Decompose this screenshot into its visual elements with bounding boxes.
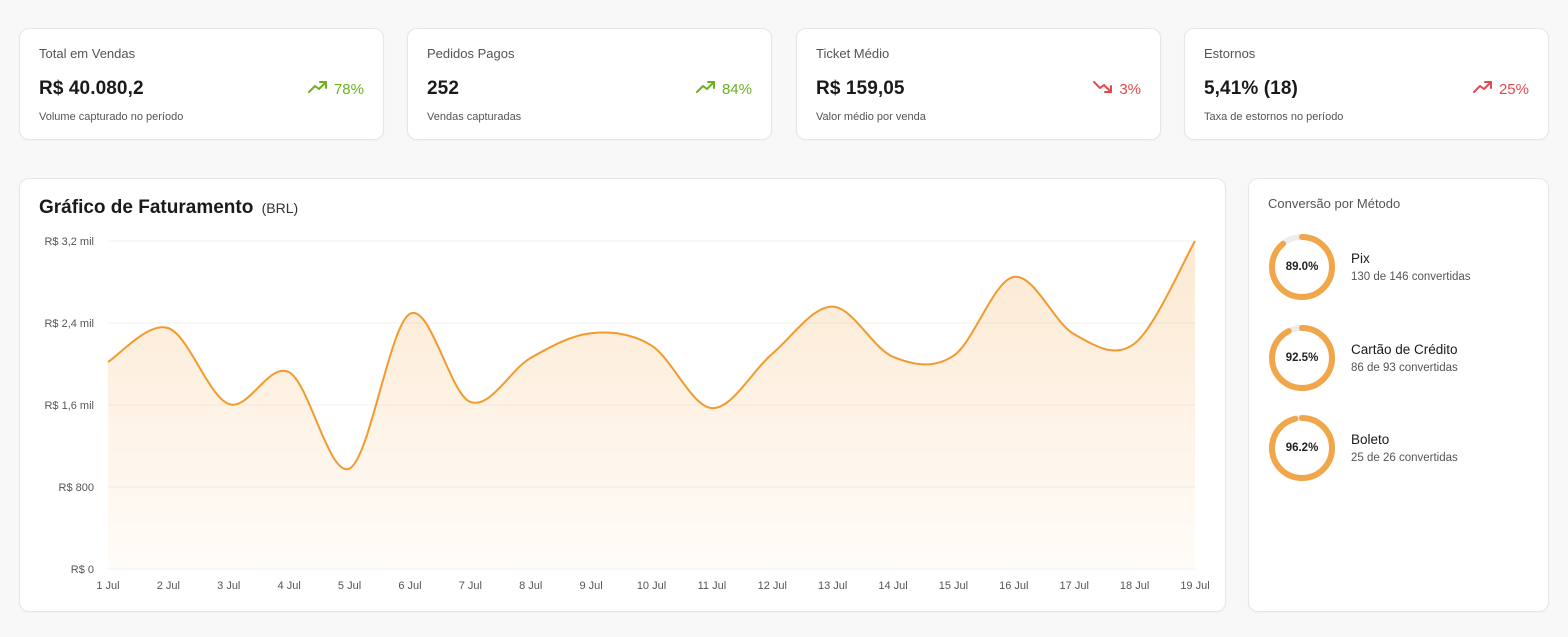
kpi-value: 252 [427, 78, 460, 99]
trending-down-icon [1093, 80, 1113, 98]
kpi-card-average-ticket: Ticket Médio R$ 159,05 3% Valor médio po… [796, 28, 1161, 140]
kpi-label: Estornos [1204, 46, 1256, 61]
x-tick-label: 8 Jul [519, 580, 542, 592]
kpi-value: 5,41% (18) [1204, 78, 1298, 99]
kpi-subtitle: Valor médio por venda [816, 111, 926, 123]
kpi-subtitle: Volume capturado no período [39, 111, 184, 123]
trending-up-icon [307, 80, 328, 98]
method-detail: 25 de 26 convertidas [1351, 452, 1458, 464]
method-row-credit-card: 92.5% Cartão de Crédito 86 de 93 convert… [1268, 324, 1538, 394]
x-tick-label: 19 Jul [1180, 580, 1209, 592]
kpi-value: R$ 159,05 [816, 78, 905, 99]
x-tick-label: 6 Jul [398, 580, 421, 592]
kpi-trend-value: 78% [333, 80, 364, 98]
kpi-trend: 3% [1093, 80, 1141, 98]
y-tick-label: R$ 2,4 mil [44, 318, 94, 330]
x-tick-label: 18 Jul [1120, 580, 1149, 592]
x-tick-label: 15 Jul [939, 580, 968, 592]
revenue-chart-card: Gráfico de Faturamento (BRL) R$ 0 R$ 800 R… [19, 178, 1226, 612]
x-tick-label: 1 Jul [96, 580, 119, 592]
kpi-trend-value: 25% [1498, 80, 1529, 98]
method-percentage: 89.0% [1285, 261, 1319, 273]
y-tick-label: R$ 1,6 mil [44, 400, 94, 412]
x-tick-label: 13 Jul [818, 580, 847, 592]
kpi-card-refunds: Estornos 5,41% (18) 25% Taxa de estornos… [1184, 28, 1549, 140]
x-tick-label: 14 Jul [878, 580, 907, 592]
method-row-pix: 89.0% Pix 130 de 146 convertidas [1268, 233, 1538, 303]
y-tick-label: R$ 3,2 mil [44, 236, 94, 248]
kpi-label: Pedidos Pagos [427, 46, 515, 61]
kpi-trend-value: 84% [721, 80, 752, 98]
x-tick-label: 7 Jul [459, 580, 482, 592]
method-percentage: 96.2% [1285, 442, 1319, 454]
kpi-trend-value: 3% [1119, 80, 1141, 98]
conversion-title: Conversão por Método [1268, 196, 1401, 211]
kpi-label: Ticket Médio [816, 46, 890, 61]
revenue-area-chart[interactable]: R$ 0 R$ 800 R$ 1,6 mil R$ 2,4 mil R$ 3,2 mil… [20, 179, 1227, 613]
revenue-area-fill [108, 241, 1195, 569]
conversion-card: Conversão por Método 89.0% Pix 130 de 14… [1248, 178, 1549, 612]
kpi-value: R$ 40.080,2 [39, 78, 144, 99]
kpi-subtitle: Vendas capturadas [427, 111, 522, 123]
trending-up-icon [1472, 80, 1493, 98]
method-percentage: 92.5% [1285, 352, 1319, 364]
y-tick-label: R$ 0 [71, 564, 94, 576]
trending-up-icon [695, 80, 716, 98]
method-name: Boleto [1351, 432, 1390, 447]
x-tick-label: 9 Jul [579, 580, 602, 592]
x-tick-label: 16 Jul [999, 580, 1028, 592]
method-name: Cartão de Crédito [1351, 342, 1458, 357]
kpi-trend: 84% [695, 80, 752, 98]
method-detail: 130 de 146 convertidas [1351, 271, 1471, 283]
method-detail: 86 de 93 convertidas [1351, 362, 1458, 374]
x-tick-label: 5 Jul [338, 580, 361, 592]
x-tick-label: 3 Jul [217, 580, 240, 592]
kpi-trend: 25% [1472, 80, 1529, 98]
kpi-trend: 78% [307, 80, 364, 98]
x-tick-label: 4 Jul [278, 580, 301, 592]
method-row-boleto: 96.2% Boleto 25 de 26 convertidas [1268, 414, 1538, 484]
x-tick-label: 2 Jul [157, 580, 180, 592]
kpi-label: Total em Vendas [39, 46, 136, 61]
method-name: Pix [1351, 251, 1370, 266]
x-tick-label: 17 Jul [1060, 580, 1089, 592]
y-tick-label: R$ 800 [59, 482, 94, 494]
x-tick-label: 10 Jul [637, 580, 666, 592]
kpi-card-paid-orders: Pedidos Pagos 252 84% Vendas capturadas [407, 28, 772, 140]
kpi-subtitle: Taxa de estornos no período [1204, 111, 1344, 123]
kpi-card-total-sales: Total em Vendas R$ 40.080,2 78% Volume c… [19, 28, 384, 140]
x-tick-label: 11 Jul [698, 580, 727, 592]
x-tick-label: 12 Jul [758, 580, 787, 592]
